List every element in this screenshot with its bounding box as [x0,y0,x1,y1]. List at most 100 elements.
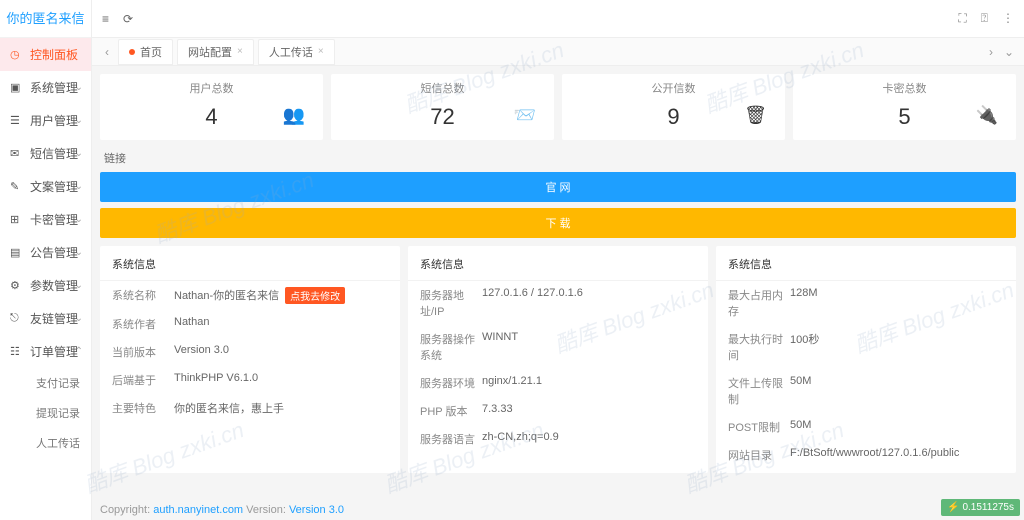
menu-label: 用户管理 [30,112,78,129]
submenu-order: 支付记录 提现记录 人工传话 [0,368,91,458]
dashboard-icon: ◷ [10,48,24,61]
menu-system[interactable]: ▣ 系统管理⌄ [0,71,91,104]
menu-label: 短信管理 [30,145,78,162]
submenu-manual[interactable]: 人工传话 [26,428,91,458]
menu-friendlink[interactable]: ⎋ 友链管理⌄ [0,302,91,335]
chevron-down-icon: ⌄ [75,214,83,225]
menu-label: 卡密管理 [30,211,78,228]
info-row-item: 系统名称Nathan-你的匿名来信点我去修改 [100,281,400,310]
info-row-item: POST限制50M [716,413,1016,441]
tab-next[interactable]: › [982,45,1000,59]
menu-label: 友链管理 [30,310,78,327]
stat-value: 4 [114,104,309,130]
submenu-pay[interactable]: 支付记录 [26,368,91,398]
info-row-item: 最大执行时间100秒 [716,325,1016,369]
footer-version[interactable]: Version 3.0 [289,504,344,516]
submenu-label: 支付记录 [36,375,80,391]
menu-users[interactable]: ☰用户管理⌄ [0,104,91,137]
submenu-withdraw[interactable]: 提现记录 [26,398,91,428]
sms-stat-icon: 📨 [514,105,536,126]
stat-value: 72 [345,104,540,130]
submenu-label: 提现记录 [36,405,80,421]
perf-badge[interactable]: ⚡0.1511275s [941,499,1020,516]
stat-title: 公开信数 [576,80,771,96]
public-stat-icon: 🗑 [744,105,767,126]
tab-label: 首页 [140,44,162,60]
edit-badge[interactable]: 点我去修改 [285,287,345,304]
menu-notice[interactable]: ▤公告管理⌄ [0,236,91,269]
param-icon: ⚙ [10,279,24,292]
sysinfo-a: 系统信息 系统名称Nathan-你的匿名来信点我去修改 系统作者Nathan 当… [100,246,400,473]
info-row-item: 当前版本Version 3.0 [100,338,400,366]
info-row-item: 后端基于ThinkPHP V6.1.0 [100,366,400,394]
order-icon: ☷ [10,345,24,358]
stat-users: 用户总数4👥 [100,74,323,140]
fullscreen-icon[interactable]: ⛶ [958,11,966,26]
menu-toggle-icon[interactable]: ≡ [102,12,109,26]
info-row-item: 最大占用内存128M [716,281,1016,325]
close-icon[interactable]: × [318,46,324,57]
app-logo: 你的匿名来信 [0,0,91,38]
more-icon[interactable]: ⋮ [1002,11,1014,26]
refresh-icon[interactable]: ⟳ [123,12,133,26]
links-title: 链接 [104,150,1016,166]
card-title: 系统信息 [716,256,1016,281]
menu-order[interactable]: ☷订单管理⌃ [0,335,91,368]
stat-title: 用户总数 [114,80,309,96]
tab-home[interactable]: 首页 [118,39,173,65]
notice-icon: ▤ [10,246,24,259]
link-icon: ⎋ [10,312,24,325]
info-row-item: 服务器环境nginx/1.21.1 [408,369,708,397]
system-icon: ▣ [10,81,24,94]
footer-link[interactable]: auth.nanyinet.com [153,504,243,516]
info-row-item: 系统作者Nathan [100,310,400,338]
frontend-button[interactable]: 官 网 [100,172,1016,202]
card-stat-icon: 🔌 [976,105,998,126]
user-icon[interactable]: ⍰ [981,11,988,26]
menu-param[interactable]: ⚙参数管理⌄ [0,269,91,302]
menu-sms[interactable]: ✉ 短信管理⌄ [0,137,91,170]
stat-public: 公开信数 9🗑 [562,74,785,140]
menu-label: 控制面板 [30,46,78,63]
chevron-down-icon: ⌄ [75,115,83,126]
chevron-down-icon: ⌄ [75,82,83,93]
sysinfo-c: 系统信息 最大占用内存128M 最大执行时间100秒 文件上传限制50M POS… [716,246,1016,473]
sysinfo-b: 系统信息 服务器地址/IP127.0.1.6 / 127.0.1.6 服务器操作… [408,246,708,473]
content: 用户总数4👥 短信总数72📨 公开信数9🗑 卡密总数5🔌 链接 官 网 下 载 … [92,66,1024,520]
chevron-down-icon: ⌄ [75,313,83,324]
menu-copy[interactable]: ✎文案管理⌄ [0,170,91,203]
close-icon[interactable]: × [237,46,243,57]
info-row-item: 服务器地址/IP127.0.1.6 / 127.0.1.6 [408,281,708,325]
bolt-icon: ⚡ [947,502,959,513]
tab-manual[interactable]: 人工传话 × [258,39,335,65]
chevron-down-icon: ⌄ [75,148,83,159]
sidebar-menu: ◷控制面板 ▣系统管理⌄ ☰用户管理⌄ ✉短信管理⌄ ✎文案管理⌄ ⊞卡密管理⌄… [0,38,91,520]
menu-label: 系统管理 [30,79,78,96]
stat-value: 9 [576,104,771,130]
stat-title: 卡密总数 [807,80,1002,96]
tab-site-config[interactable]: 网站配置× [177,39,254,65]
info-row-item: 主要特色你的匿名来信，惠上手 [100,394,400,422]
footer: Copyright: auth.nanyinet.com Version: Ve… [100,504,344,516]
tab-dropdown[interactable]: ⌄ [1000,45,1018,59]
download-button[interactable]: 下 载 [100,208,1016,238]
tab-label: 人工传话 [269,44,313,60]
stat-sms: 短信总数 72📨 [331,74,554,140]
card-icon: ⊞ [10,213,24,226]
menu-card[interactable]: ⊞ 卡密管理⌄ [0,203,91,236]
chevron-down-icon: ⌄ [75,280,83,291]
info-row: 系统信息 系统名称Nathan-你的匿名来信点我去修改 系统作者Nathan 当… [100,246,1016,473]
info-row-item: PHP 版本7.3.33 [408,397,708,425]
stat-title: 短信总数 [345,80,540,96]
menu-dashboard[interactable]: ◷ 控制面板 [0,38,91,71]
tab-prev[interactable]: ‹ [98,45,116,59]
chevron-down-icon: ⌄ [75,181,83,192]
copy-icon: ✎ [10,180,24,193]
menu-label: 公告管理 [30,244,78,261]
dot-icon [129,49,135,55]
stat-cards: 卡密总数 5🔌 [793,74,1016,140]
menu-label: 订单管理 [30,343,78,360]
sms-icon: ✉ [10,147,24,160]
stat-value: 5 [807,104,1002,130]
info-row-item: 文件上传限制50M [716,369,1016,413]
